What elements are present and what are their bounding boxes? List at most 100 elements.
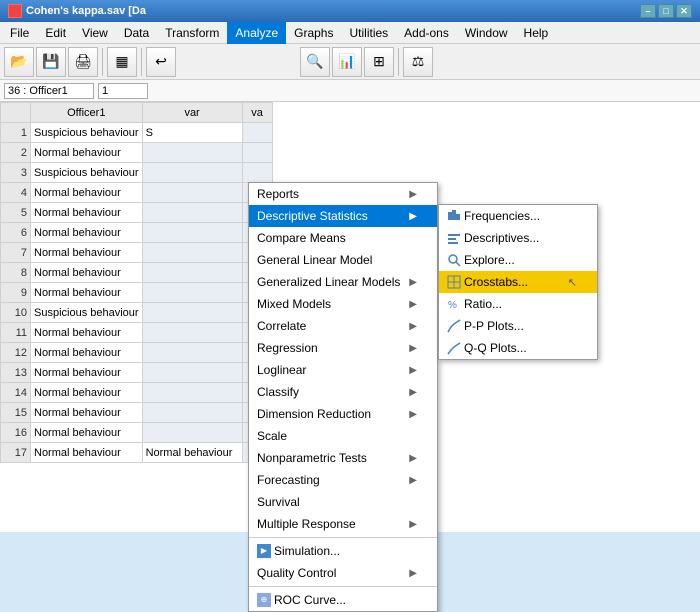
row-number: 16 bbox=[1, 423, 31, 443]
menu-classify[interactable]: Classify ▶ bbox=[249, 381, 437, 403]
menu-correlate[interactable]: Correlate ▶ bbox=[249, 315, 437, 337]
menu-survival[interactable]: Survival bbox=[249, 491, 437, 513]
cell-empty[interactable] bbox=[142, 143, 242, 163]
cell-empty[interactable] bbox=[242, 163, 272, 183]
menu-transform[interactable]: Transform bbox=[157, 22, 227, 44]
crosstabs-label: Crosstabs... bbox=[464, 275, 528, 289]
find-button[interactable]: 🔍 bbox=[300, 47, 330, 77]
menu-help[interactable]: Help bbox=[516, 22, 557, 44]
cell-empty[interactable] bbox=[242, 123, 272, 143]
close-button[interactable]: ✕ bbox=[676, 4, 692, 18]
menu-frequencies[interactable]: Frequencies... bbox=[439, 205, 597, 227]
multiple-response-label: Multiple Response bbox=[257, 517, 356, 531]
cell-reference[interactable] bbox=[4, 83, 94, 99]
menu-descriptives[interactable]: Descriptives... bbox=[439, 227, 597, 249]
cell-empty[interactable] bbox=[142, 163, 242, 183]
menu-data[interactable]: Data bbox=[116, 22, 157, 44]
col-officer1-header[interactable]: Officer1 bbox=[31, 103, 143, 123]
menu-general-linear[interactable]: General Linear Model bbox=[249, 249, 437, 271]
menu-utilities[interactable]: Utilities bbox=[341, 22, 396, 44]
menu-analyze[interactable]: Analyze bbox=[227, 22, 286, 44]
cell-empty[interactable] bbox=[142, 263, 242, 283]
cell-empty[interactable] bbox=[142, 323, 242, 343]
cell-data[interactable]: Normal behaviour bbox=[142, 443, 242, 463]
cell-empty[interactable] bbox=[142, 183, 242, 203]
menu-quality-control[interactable]: Quality Control ▶ bbox=[249, 562, 437, 584]
cell-data[interactable]: Normal behaviour bbox=[31, 243, 143, 263]
cell-empty[interactable] bbox=[142, 403, 242, 423]
cell-empty[interactable] bbox=[142, 383, 242, 403]
cell-data[interactable]: Normal behaviour bbox=[31, 143, 143, 163]
menu-ratio[interactable]: % Ratio... bbox=[439, 293, 597, 315]
cell-empty[interactable] bbox=[242, 143, 272, 163]
cell-data[interactable]: Normal behaviour bbox=[31, 263, 143, 283]
cell-empty[interactable] bbox=[142, 423, 242, 443]
menu-roc-curve[interactable]: ⊕ ROC Curve... bbox=[249, 589, 437, 611]
menu-simulation[interactable]: ▶ Simulation... bbox=[249, 540, 437, 562]
dialog-button[interactable]: ▦ bbox=[107, 47, 137, 77]
menu-graphs[interactable]: Graphs bbox=[286, 22, 341, 44]
arrow-icon: ▶ bbox=[409, 299, 417, 310]
cell-data[interactable]: Normal behaviour bbox=[31, 183, 143, 203]
cell-empty[interactable] bbox=[142, 303, 242, 323]
minimize-button[interactable]: – bbox=[640, 4, 656, 18]
menu-nonparametric[interactable]: Nonparametric Tests ▶ bbox=[249, 447, 437, 469]
menu-compare-means[interactable]: Compare Means bbox=[249, 227, 437, 249]
print-button[interactable]: 🖨 bbox=[68, 47, 98, 77]
explore-label: Explore... bbox=[464, 253, 515, 267]
menu-scale[interactable]: Scale bbox=[249, 425, 437, 447]
cell-data[interactable]: Normal behaviour bbox=[31, 203, 143, 223]
cell-data[interactable]: Normal behaviour bbox=[31, 283, 143, 303]
descriptives-icon bbox=[447, 231, 461, 245]
cell-empty[interactable] bbox=[142, 223, 242, 243]
menu-descriptive-stats[interactable]: Descriptive Statistics ▶ bbox=[249, 205, 437, 227]
menu-explore[interactable]: Explore... bbox=[439, 249, 597, 271]
cell-data[interactable]: Normal behaviour bbox=[31, 383, 143, 403]
menu-dimension-reduction[interactable]: Dimension Reduction ▶ bbox=[249, 403, 437, 425]
menu-file[interactable]: File bbox=[2, 22, 37, 44]
cell-data[interactable]: Normal behaviour bbox=[31, 403, 143, 423]
cell-data[interactable]: Suspicious behaviour bbox=[31, 163, 143, 183]
menu-qq-plots[interactable]: Q-Q Plots... bbox=[439, 337, 597, 359]
cell-data[interactable]: Normal behaviour bbox=[31, 323, 143, 343]
cell-data[interactable]: Normal behaviour bbox=[31, 223, 143, 243]
menu-regression[interactable]: Regression ▶ bbox=[249, 337, 437, 359]
chart-button[interactable]: 📊 bbox=[332, 47, 362, 77]
row-num-header bbox=[1, 103, 31, 123]
cell-empty[interactable] bbox=[142, 343, 242, 363]
cell-data[interactable]: Suspicious behaviour bbox=[31, 303, 143, 323]
cell-data[interactable]: Normal behaviour bbox=[31, 443, 143, 463]
col-var2-header[interactable]: va bbox=[242, 103, 272, 123]
cell-data[interactable]: S bbox=[142, 123, 242, 143]
menu-pp-plots[interactable]: P-P Plots... bbox=[439, 315, 597, 337]
menu-crosstabs[interactable]: Crosstabs... ↖ bbox=[439, 271, 597, 293]
col-var1-header[interactable]: var bbox=[142, 103, 242, 123]
save-button[interactable]: 💾 bbox=[36, 47, 66, 77]
menu-view[interactable]: View bbox=[74, 22, 116, 44]
menu-window[interactable]: Window bbox=[457, 22, 516, 44]
row-number: 12 bbox=[1, 343, 31, 363]
table-button[interactable]: ⊞ bbox=[364, 47, 394, 77]
cell-data[interactable]: Normal behaviour bbox=[31, 363, 143, 383]
cell-data[interactable]: Suspicious behaviour bbox=[31, 123, 143, 143]
menu-reports[interactable]: Reports ▶ bbox=[249, 183, 437, 205]
cell-data[interactable]: Normal behaviour bbox=[31, 343, 143, 363]
scale-button[interactable]: ⚖ bbox=[403, 47, 433, 77]
menu-mixed-models[interactable]: Mixed Models ▶ bbox=[249, 293, 437, 315]
cell-empty[interactable] bbox=[142, 283, 242, 303]
cell-value[interactable] bbox=[98, 83, 148, 99]
arrow-icon: ▶ bbox=[409, 321, 417, 332]
open-button[interactable]: 📂 bbox=[4, 47, 34, 77]
maximize-button[interactable]: □ bbox=[658, 4, 674, 18]
cell-data[interactable]: Normal behaviour bbox=[31, 423, 143, 443]
menu-edit[interactable]: Edit bbox=[37, 22, 74, 44]
menu-addons[interactable]: Add-ons bbox=[396, 22, 457, 44]
simulation-label: Simulation... bbox=[274, 544, 340, 558]
cell-empty[interactable] bbox=[142, 203, 242, 223]
menu-generalized-linear[interactable]: Generalized Linear Models ▶ bbox=[249, 271, 437, 293]
undo-button[interactable]: ↩ bbox=[146, 47, 176, 77]
cell-empty[interactable] bbox=[142, 243, 242, 263]
cell-empty[interactable] bbox=[142, 363, 242, 383]
menu-loglinear[interactable]: Loglinear ▶ bbox=[249, 359, 437, 381]
menu-forecasting[interactable]: Forecasting ▶ bbox=[249, 469, 437, 491]
